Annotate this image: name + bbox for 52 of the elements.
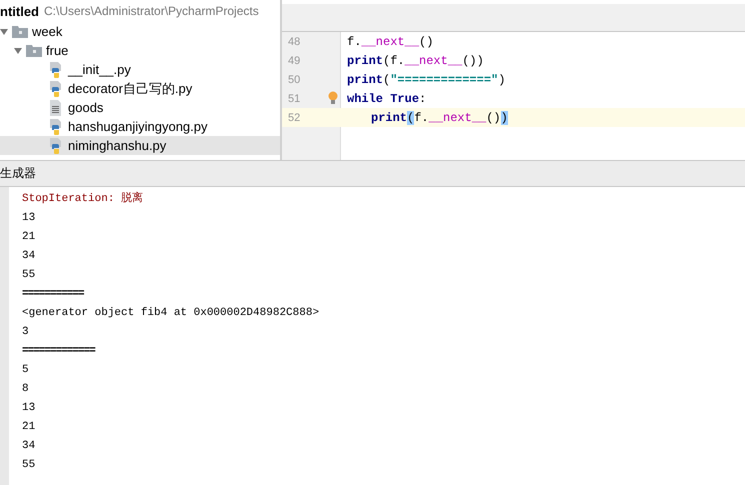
python-file-icon [48,138,64,154]
tree-item[interactable]: __init__.py [0,60,280,79]
project-path: C:\Users\Administrator\PycharmProjects [44,4,259,18]
expand-arrow-icon[interactable] [0,28,8,36]
console-line: ============= [22,344,96,359]
tree-label: hanshuganjiyingyong.py [68,119,208,134]
text-file-icon [48,100,64,116]
python-file-icon [48,62,64,78]
tree-item[interactable]: week [0,22,280,41]
python-file-icon [48,118,64,134]
console-line: 13 [22,211,36,226]
code-line: print(f.__next__()) [346,54,484,68]
tree-label: week [32,24,62,39]
tree-item[interactable]: goods [0,98,280,117]
console-line: 3 [22,325,30,340]
folder-icon [12,25,28,38]
tree-label: decorator自己写的.py [68,80,192,98]
line-number: 49 [287,54,302,66]
tree-label: frue [46,43,68,58]
lightbulb-icon[interactable] [328,91,338,105]
console-line: 8 [22,382,30,397]
console-line: 34 [22,249,36,264]
console-line: 13 [22,401,36,416]
tree-item[interactable]: decorator自己写的.py [0,79,280,98]
code-line: print(f.__next__()) [370,110,508,124]
console-line: 55 [22,268,36,283]
console-line: 55 [22,458,36,473]
console-line: <generator object fib4 at 0x000002D48982C888> [22,306,320,321]
tree-label: niminghanshu.py [68,138,166,153]
code-line: f.__next__() [346,34,434,48]
folder-icon [26,44,42,57]
console-line: 34 [22,439,36,454]
console-line: =========== [22,287,85,302]
console-line: StopIteration: 脱离 [22,190,144,207]
line-number: 50 [287,74,302,86]
panel-title[interactable]: 生成器 [0,165,36,182]
line-number: 48 [287,36,302,48]
console-line: 21 [22,230,36,245]
python-file-icon [48,80,64,96]
tree-label: __init__.py [68,62,131,77]
expand-arrow-icon[interactable] [14,46,22,54]
console-line: 5 [22,363,30,378]
tree-label: goods [68,100,104,115]
line-number: 51 [287,92,302,104]
code-line: while True: [346,92,426,106]
tree-item[interactable]: niminghanshu.py [0,136,280,155]
tree-item[interactable]: frue [0,41,280,60]
tree-item[interactable]: hanshuganjiyingyong.py [0,117,280,136]
project-name: ntitled [0,4,39,18]
code-line: print("=============") [346,72,506,86]
line-number: 52 [287,112,302,124]
console-line: 21 [22,420,36,435]
